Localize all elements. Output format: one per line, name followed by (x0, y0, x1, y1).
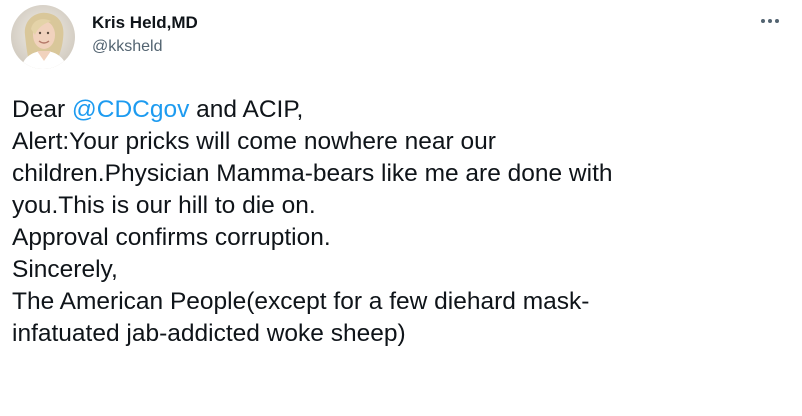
tweet-line: Approval confirms corruption. (12, 224, 331, 251)
author-block: Kris Held,MD @kksheld (92, 13, 198, 57)
tweet-line: Alert:Your pricks will come nowhere near… (12, 128, 496, 155)
tweet-line: Dear @CDCgov and ACIP, (12, 94, 792, 126)
tweet-card: Kris Held,MD @kksheld Dear @CDCgov and A… (0, 0, 802, 416)
tweet-text-prefix: Dear (12, 96, 72, 123)
more-horizontal-icon (761, 19, 779, 23)
more-options-button[interactable] (756, 10, 784, 32)
tweet-text-suffix: and ACIP, (189, 96, 304, 123)
tweet-line: Sincerely, (12, 256, 118, 283)
tweet-line: you.This is our hill to die on. (12, 192, 316, 219)
tweet-line: infatuated jab-addicted woke sheep) (12, 320, 406, 347)
tweet-text: Dear @CDCgov and ACIP, Alert:Your pricks… (12, 94, 792, 350)
display-name[interactable]: Kris Held,MD (92, 13, 198, 33)
profile-photo-icon (11, 5, 75, 69)
tweet-line: The American People(except for a few die… (12, 288, 590, 315)
mention-link[interactable]: @CDCgov (72, 96, 189, 123)
user-handle[interactable]: @kksheld (92, 37, 198, 57)
avatar[interactable] (11, 5, 75, 69)
tweet-line: children.Physician Mamma-bears like me a… (12, 160, 613, 187)
